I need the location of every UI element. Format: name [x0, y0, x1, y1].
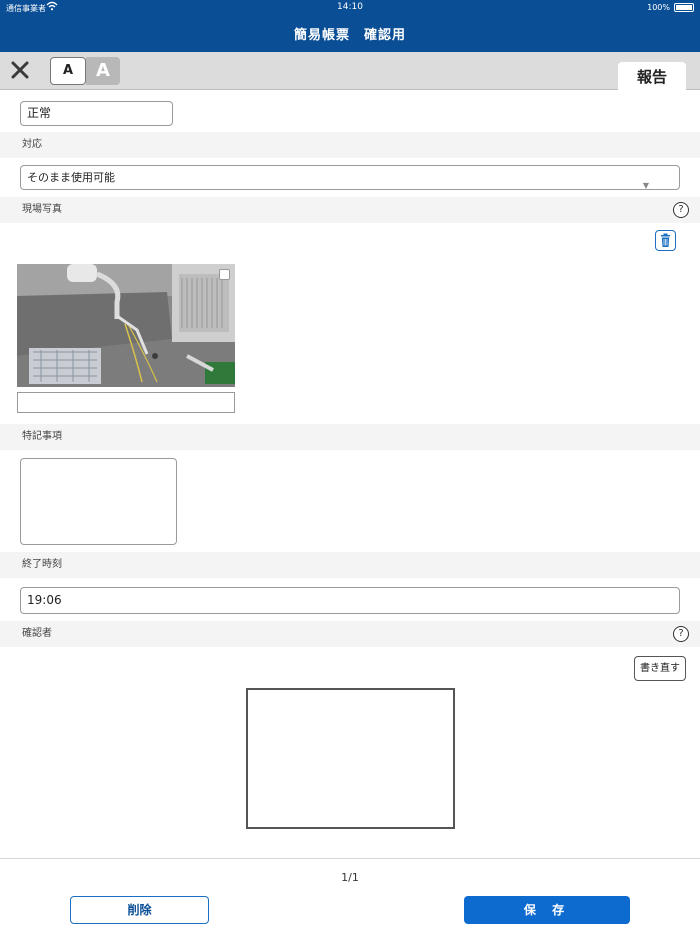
notes-label: 特記事項: [22, 431, 62, 442]
end-time-value: 19:06: [27, 593, 62, 607]
help-icon[interactable]: ?: [673, 626, 689, 642]
battery-icon: [674, 3, 694, 12]
help-icon[interactable]: ?: [673, 202, 689, 218]
battery-percent: 100%: [647, 3, 670, 12]
status-value-text: 正常: [27, 106, 52, 120]
response-select-value: そのまま使用可能: [27, 171, 115, 184]
end-time-field[interactable]: 19:06: [20, 587, 680, 614]
delete-photo-button[interactable]: [655, 230, 676, 251]
toolbar: A A 報告: [0, 52, 700, 92]
photo-caption-input[interactable]: [17, 392, 235, 413]
trash-icon: [661, 233, 670, 247]
close-button[interactable]: [8, 58, 32, 82]
close-icon: [11, 61, 29, 79]
save-button[interactable]: 保 存: [464, 896, 630, 924]
confirmer-label: 確認者: [22, 628, 52, 639]
clock: 14:10: [337, 2, 363, 12]
photo-label: 現場写真: [22, 204, 62, 215]
response-section-label: 対応: [0, 132, 700, 158]
confirmer-section-label: 確認者 ?: [0, 621, 700, 647]
signature-pad[interactable]: [246, 688, 455, 829]
chevron-down-icon: ▼: [642, 181, 649, 190]
photo-section-label: 現場写真 ?: [0, 197, 700, 223]
photo-select-checkbox[interactable]: [219, 269, 230, 280]
status-value-field[interactable]: 正常: [20, 101, 173, 126]
page-indicator: 1/1: [341, 871, 359, 884]
delete-button[interactable]: 削除: [70, 896, 209, 924]
end-time-label: 終了時刻: [22, 559, 62, 570]
status-bar: 通信事業者 14:10 100%: [0, 0, 700, 16]
response-select[interactable]: そのまま使用可能 ▼: [20, 165, 680, 190]
site-photo[interactable]: [17, 264, 235, 387]
font-size-small-button[interactable]: A: [50, 57, 86, 85]
font-size-large-button[interactable]: A: [86, 57, 120, 85]
tab-report[interactable]: 報告: [618, 62, 686, 92]
rewrite-signature-button[interactable]: 書き直す: [634, 656, 686, 681]
page-title: 簡易帳票 確認用: [293, 28, 406, 43]
notes-section-label: 特記事項: [0, 424, 700, 450]
end-time-section-label: 終了時刻: [0, 552, 700, 578]
footer-divider: [0, 858, 700, 859]
app-header: 通信事業者 14:10 100% 簡易帳票 確認用: [0, 0, 700, 52]
response-label: 対応: [22, 139, 42, 150]
notes-textarea[interactable]: [20, 458, 177, 545]
